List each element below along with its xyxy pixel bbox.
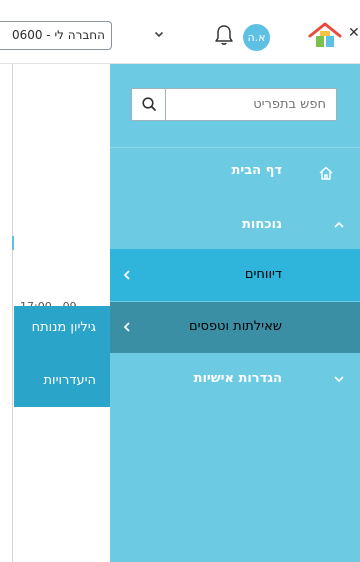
- menu-item-personal-settings-label: הגדרות אישיות: [193, 371, 282, 386]
- background-marker: [12, 236, 14, 250]
- home-logo-icon[interactable]: [308, 22, 342, 50]
- menu-item-reports[interactable]: דיווחים: [110, 249, 360, 301]
- search-divider: [165, 89, 166, 120]
- menu-item-reports-label: דיווחים: [244, 267, 282, 282]
- menu-item-home-label: דף הבית: [231, 163, 282, 178]
- menu-item-queries-forms[interactable]: שאילתות וטפסים: [110, 302, 360, 353]
- chevron-left-icon: [123, 322, 130, 332]
- avatar[interactable]: א.ה: [243, 24, 270, 51]
- search-icon[interactable]: [141, 96, 157, 112]
- menu-item-queries-forms-label: שאילתות וטפסים: [188, 319, 282, 334]
- app-root: 17:00 - 09 0600 - החברה לי א.ה ✕ גיליון …: [0, 0, 360, 562]
- menu-item-attendance-label: נוכחות: [242, 217, 282, 232]
- submenu-item-analyzed-sheet[interactable]: גיליון מנותח: [6, 320, 96, 335]
- menu-item-home[interactable]: דף הבית: [110, 147, 360, 197]
- menu-search-input[interactable]: [166, 89, 336, 120]
- bell-icon[interactable]: [213, 23, 235, 47]
- chevron-up-icon: [334, 221, 344, 228]
- close-icon[interactable]: ✕: [348, 26, 360, 40]
- menu-item-attendance[interactable]: נוכחות: [110, 200, 360, 249]
- home-icon: [319, 166, 333, 180]
- company-select[interactable]: 0600 - החברה לי: [0, 21, 112, 50]
- chevron-down-icon: [334, 376, 344, 383]
- submenu-item-absences[interactable]: היעדרויות: [6, 373, 96, 388]
- menu-item-personal-settings[interactable]: הגדרות אישיות: [110, 354, 360, 406]
- top-header: 0600 - החברה לי א.ה ✕: [0, 0, 360, 64]
- chevron-down-icon[interactable]: [152, 27, 166, 41]
- chevron-left-icon: [123, 270, 130, 280]
- submenu-panel: גיליון מנותח היעדרויות: [14, 306, 110, 407]
- page-edge-divider: [12, 0, 13, 562]
